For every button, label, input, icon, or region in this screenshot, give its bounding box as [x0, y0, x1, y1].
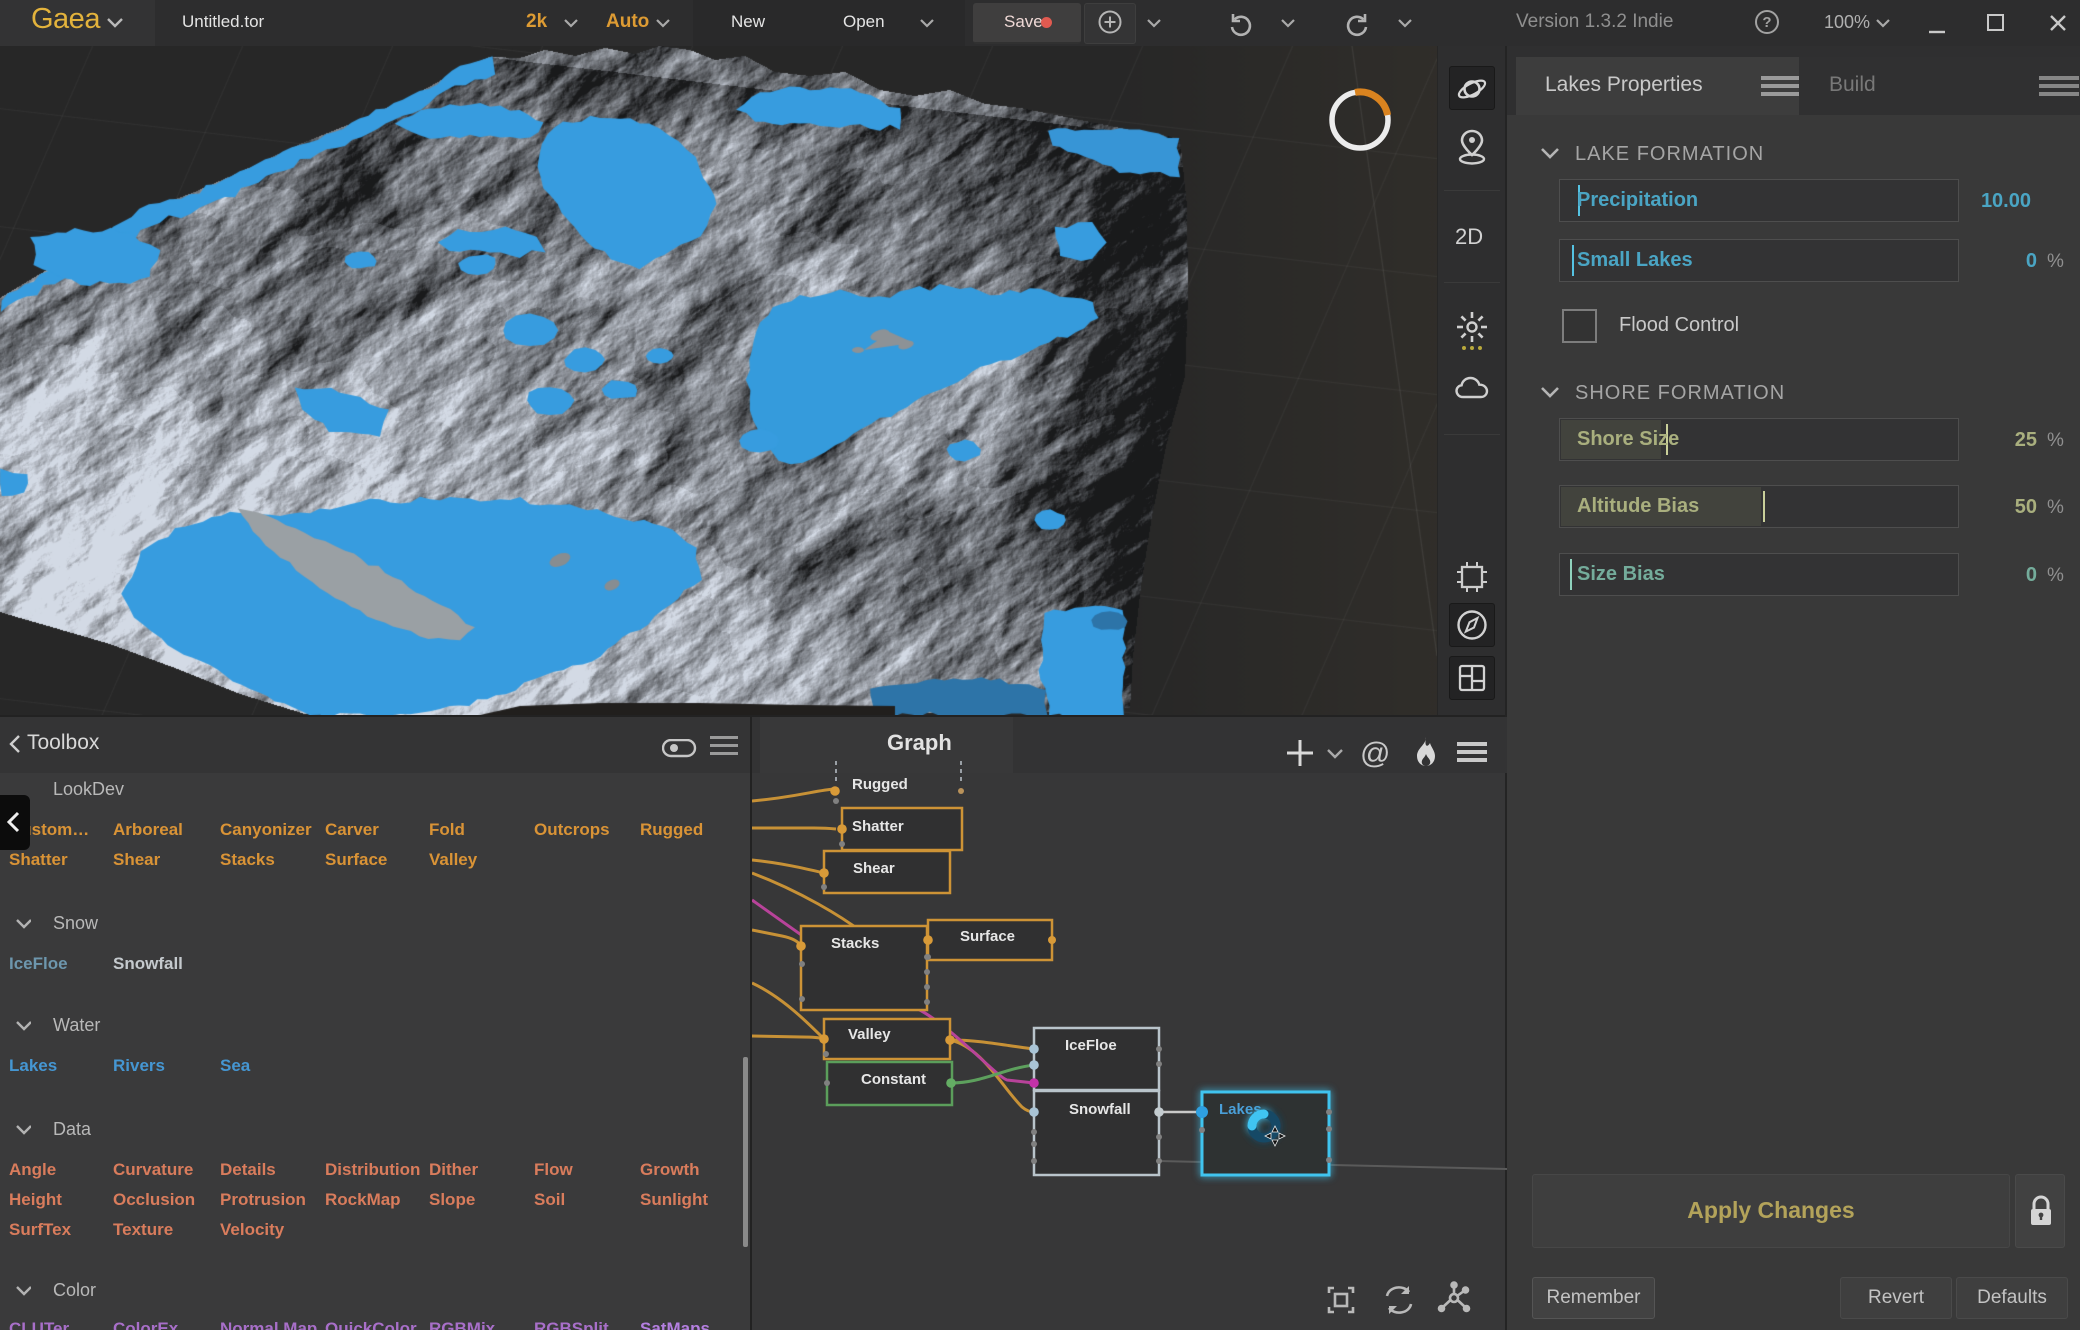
svg-text:Valley: Valley	[848, 1026, 891, 1043]
svg-text:?: ?	[1762, 14, 1771, 31]
svg-text:IceFloe: IceFloe	[1065, 1037, 1117, 1054]
svg-text:Snowfall: Snowfall	[1069, 1101, 1131, 1118]
svg-text:Stacks: Stacks	[831, 935, 879, 952]
svg-text:Constant: Constant	[861, 1071, 926, 1088]
svg-text:Rugged: Rugged	[852, 776, 908, 793]
svg-text:Shatter: Shatter	[852, 818, 904, 835]
svg-text:Surface: Surface	[960, 928, 1015, 945]
svg-text:Shear: Shear	[853, 860, 895, 877]
